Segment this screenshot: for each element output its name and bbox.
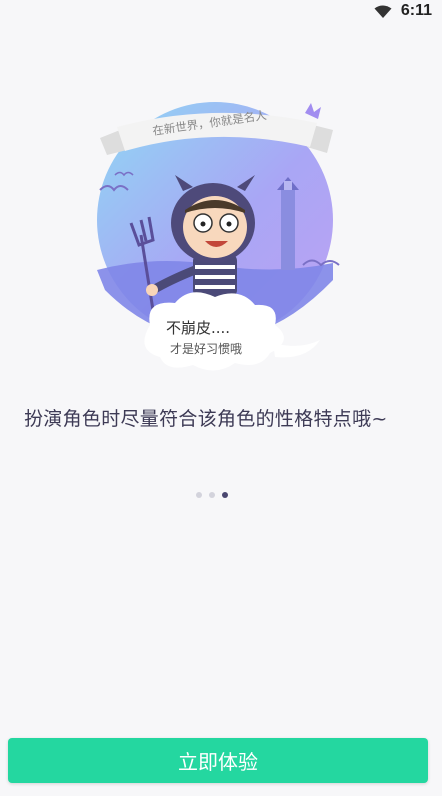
cloud-text-line1: 不崩皮....	[166, 319, 231, 337]
cloud-text-line2: 才是好习惯哦	[170, 342, 243, 356]
onboarding-caption: 扮演角色时尽量符合该角色的性格特点哦~	[24, 408, 388, 430]
page-dot	[209, 492, 215, 498]
page-indicator	[196, 492, 228, 500]
page-dot-active	[222, 492, 228, 498]
wifi-icon	[374, 5, 392, 18]
status-bar: 6:11	[0, 0, 442, 24]
onboarding-illustration: 在新世界，你就是名人 不崩皮.... 才是好习惯哦	[95, 95, 345, 385]
status-time: 6:11	[400, 2, 432, 19]
start-experience-button[interactable]: 立即体验	[8, 738, 428, 783]
page-dot	[196, 492, 202, 498]
